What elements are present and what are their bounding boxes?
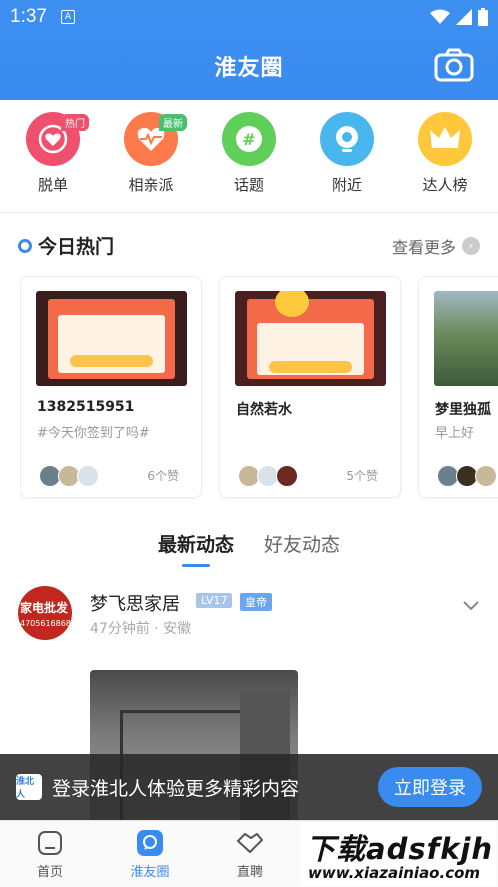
liker-avatars: [238, 465, 298, 487]
nav-label: 首页: [36, 865, 63, 880]
card-name: 自然若水: [236, 402, 292, 418]
nav-zhipin[interactable]: 直聘: [200, 821, 300, 887]
view-more-link[interactable]: 查看更多 ›: [392, 234, 480, 258]
signal-icon: [456, 9, 472, 25]
page-title: 淮友圈: [214, 56, 284, 81]
post-username[interactable]: 梦飞思家居: [90, 590, 180, 616]
svg-text:#: #: [242, 130, 255, 149]
hot-section-header: 今日热门 查看更多 ›: [18, 232, 480, 259]
nav-label: 淮友圈: [130, 865, 170, 880]
card-image: [434, 291, 498, 386]
login-button[interactable]: 立即登录: [378, 767, 482, 807]
avatar-text: 家电批发: [20, 601, 69, 615]
feed-tabs: 最新动态 好友动态: [0, 530, 498, 567]
battery-icon: [478, 8, 488, 26]
chevron-down-icon[interactable]: [462, 596, 480, 614]
category-label: 相亲派: [128, 176, 174, 194]
avatar: [276, 465, 298, 487]
hot-badge: 热门: [61, 114, 89, 131]
status-icons: [430, 8, 488, 26]
hot-cards: 1382515951 #今天你签到了吗# 6个赞 自然若水 5个赞 梦里独孤 早…: [20, 276, 498, 500]
card-desc: 早上好: [435, 426, 475, 441]
location-icon: [320, 112, 374, 166]
card-name: 1382515951: [37, 399, 135, 415]
notification-icon: A: [60, 10, 75, 24]
category-label: 达人榜: [422, 176, 468, 194]
like-count: 5个赞: [346, 469, 378, 483]
watermark-logo-text: 下载adsfkjh: [306, 832, 494, 866]
nav-huaiyouquan[interactable]: 淮友圈: [100, 821, 200, 887]
rank-badge: 皇帝: [240, 593, 272, 611]
app-logo: 淮北人: [16, 774, 42, 800]
new-badge: 最新: [159, 114, 187, 131]
watermark-url: www.xiazainiao.com: [308, 864, 481, 882]
card-desc: #今天你签到了吗#: [37, 426, 150, 441]
watermark: 下载adsfkjh www.xiazainiao.com: [300, 822, 496, 886]
category-fujin[interactable]: 附近: [307, 112, 387, 207]
crown-icon: [418, 112, 472, 166]
category-label: 话题: [233, 176, 264, 194]
wifi-icon: [430, 9, 450, 24]
card-name: 梦里独孤: [435, 402, 491, 418]
hot-card[interactable]: 梦里独孤 早上好: [418, 276, 498, 498]
like-count: 6个赞: [147, 469, 179, 483]
status-time: 1:37: [10, 6, 47, 27]
divider: [0, 212, 498, 213]
nav-label: 直聘: [236, 865, 263, 880]
banner-text: 登录淮北人体验更多精彩内容: [52, 777, 300, 800]
status-bar: 1:37 A: [0, 0, 498, 34]
liker-avatars: [39, 465, 99, 487]
post-meta: 47分钟前 · 安徽: [90, 621, 192, 637]
view-more-label: 查看更多: [391, 237, 456, 257]
category-darenbang[interactable]: 达人榜: [405, 112, 485, 207]
nav-home[interactable]: 首页: [0, 821, 100, 887]
hot-section-title: 今日热门: [38, 236, 115, 258]
category-xiangqinpai[interactable]: 最新 相亲派: [111, 112, 191, 207]
card-image: [36, 291, 187, 386]
category-tuodan[interactable]: 热门 脱单: [13, 112, 93, 207]
level-badge: LV17: [196, 593, 233, 608]
tab-friends[interactable]: 好友动态: [264, 530, 340, 567]
hashtag-icon: #: [222, 112, 276, 166]
avatar: [77, 465, 99, 487]
category-label: 附近: [331, 176, 362, 194]
avatar: [475, 465, 497, 487]
login-banner: 淮北人 登录淮北人体验更多精彩内容 立即登录: [0, 754, 498, 820]
liker-avatars: [437, 465, 497, 487]
app-header: 1:37 A 淮友圈: [0, 0, 498, 100]
chevron-right-icon: ›: [462, 236, 480, 255]
hot-card[interactable]: 自然若水 5个赞: [219, 276, 401, 498]
category-label: 脱单: [37, 176, 68, 194]
chat-icon: [137, 830, 163, 856]
home-icon: [38, 831, 62, 855]
hot-card[interactable]: 1382515951 #今天你签到了吗# 6个赞: [20, 276, 202, 498]
avatar[interactable]: 家电批发 4705616868: [18, 586, 72, 640]
handshake-icon: [237, 833, 263, 853]
category-row: 热门 脱单 最新 相亲派 # 话题 附近 达人榜: [0, 112, 498, 207]
card-image: [235, 291, 386, 386]
avatar-phone: 4705616868: [20, 619, 71, 628]
tab-latest[interactable]: 最新动态: [158, 530, 234, 567]
category-huati[interactable]: # 话题: [209, 112, 289, 207]
camera-icon[interactable]: [434, 48, 474, 82]
section-dot-icon: [18, 238, 32, 253]
